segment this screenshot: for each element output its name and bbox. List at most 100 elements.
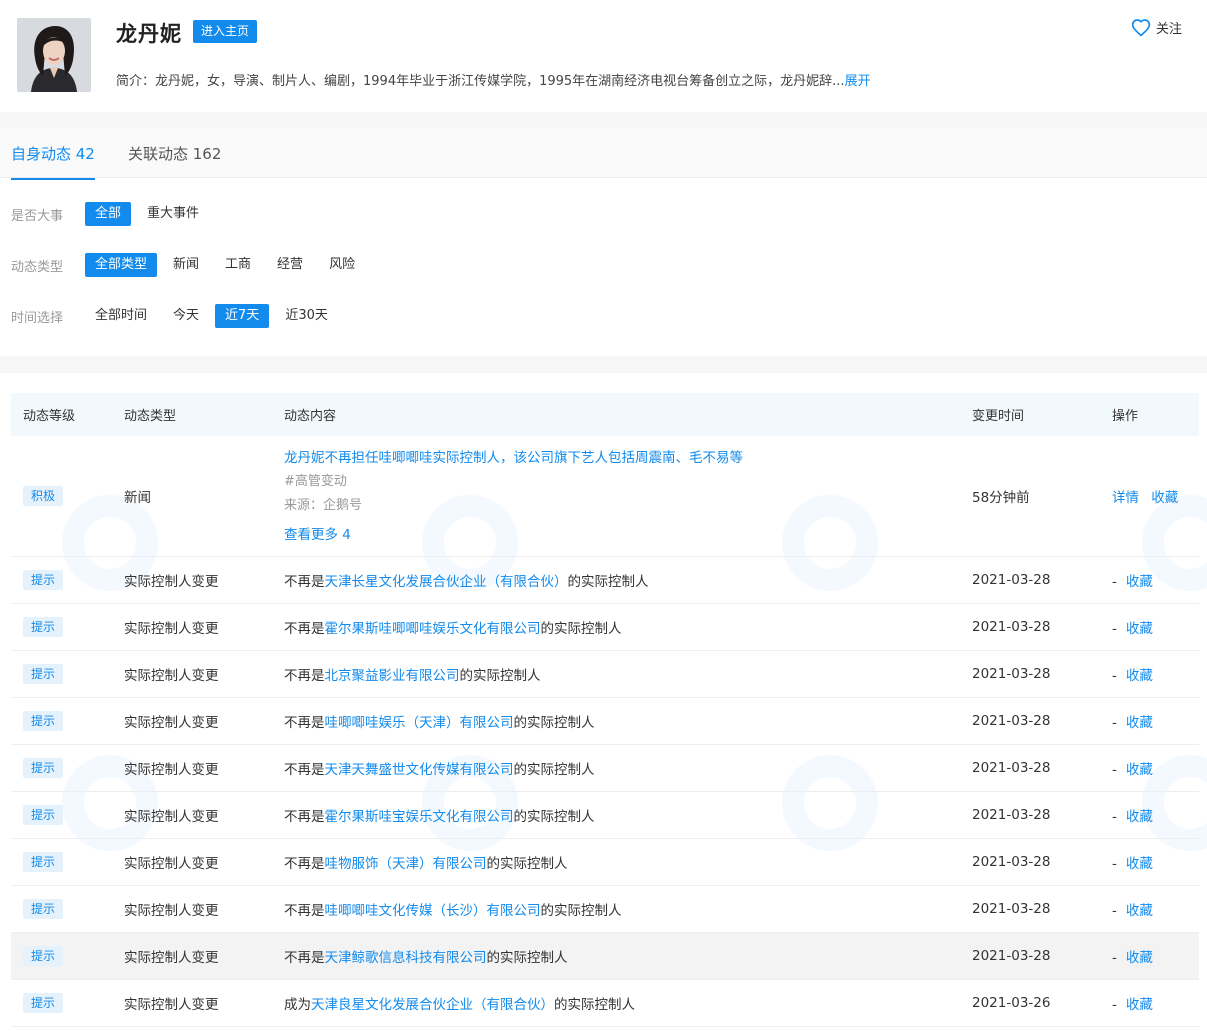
intro-text: 简介：龙丹妮，女，导演、制片人、编剧，1994年毕业于浙江传媒学院，1995年在… bbox=[116, 74, 845, 89]
collect-link[interactable]: 收藏 bbox=[1126, 809, 1153, 825]
company-link[interactable]: 天津鲸歌信息科技有限公司 bbox=[325, 950, 487, 966]
filter-major: 是否大事 全部 重大事件 bbox=[11, 201, 215, 227]
content-prefix: 不再是 bbox=[284, 762, 325, 778]
row-type: 实际控制人变更 bbox=[124, 668, 219, 684]
row-ops: - 收藏 bbox=[1112, 664, 1153, 684]
detail-link[interactable]: 详情 bbox=[1112, 490, 1139, 506]
row-content: 不再是霍尔果斯哇唧唧哇娱乐文化有限公司的实际控制人 bbox=[284, 617, 622, 637]
news-tag: #高管变动 bbox=[284, 474, 347, 489]
enter-homepage-button[interactable]: 进入主页 bbox=[193, 20, 258, 43]
company-link[interactable]: 天津长星文化发展合伙企业（有限合伙） bbox=[325, 574, 568, 590]
content-prefix: 不再是 bbox=[284, 668, 325, 684]
level-badge: 提示 bbox=[23, 899, 64, 919]
table-row: 提示 实际控制人变更 不再是天津天舞盛世文化传媒有限公司的实际控制人 2021-03-… bbox=[11, 745, 1199, 792]
news-title-link[interactable]: 龙丹妮不再担任哇唧唧哇实际控制人，该公司旗下艺人包括周震南、毛不易等 bbox=[284, 446, 743, 470]
content-suffix: 的实际控制人 bbox=[567, 574, 649, 590]
news-source: 来源：企鹅号 bbox=[284, 498, 363, 513]
row-ops: - 收藏 bbox=[1112, 570, 1153, 590]
content-suffix: 的实际控制人 bbox=[540, 621, 622, 637]
filter-time-label: 时间选择 bbox=[11, 310, 64, 326]
table-row: 提示 实际控制人变更 不再是天津长星文化发展合伙企业（有限合伙）的实际控制人 2021… bbox=[11, 557, 1199, 604]
company-link[interactable]: 哇物服饰（天津）有限公司 bbox=[325, 856, 487, 872]
collect-link[interactable]: 收藏 bbox=[1126, 715, 1153, 731]
company-link[interactable]: 哇唧唧哇文化传媒（长沙）有限公司 bbox=[325, 903, 541, 919]
follow-label: 关注 bbox=[1155, 22, 1182, 37]
row-time: 2021-03-28 bbox=[972, 948, 1051, 964]
company-link[interactable]: 霍尔果斯哇唧唧哇娱乐文化有限公司 bbox=[325, 621, 541, 637]
follow-button[interactable]: 关注 bbox=[1131, 18, 1182, 37]
intro-expand-link[interactable]: 展开 bbox=[845, 74, 871, 89]
filter-type-operation[interactable]: 经营 bbox=[267, 253, 313, 277]
company-link[interactable]: 天津良星文化发展合伙企业（有限合伙） bbox=[311, 997, 554, 1013]
filter-type-all[interactable]: 全部类型 bbox=[85, 253, 158, 277]
collect-link[interactable]: 收藏 bbox=[1126, 903, 1153, 919]
row-type: 实际控制人变更 bbox=[124, 762, 219, 778]
content-prefix: 不再是 bbox=[284, 715, 325, 731]
row-content: 不再是哇唧唧哇娱乐（天津）有限公司的实际控制人 bbox=[284, 711, 595, 731]
company-link[interactable]: 霍尔果斯哇宝娱乐文化有限公司 bbox=[325, 809, 514, 825]
content-suffix: 的实际控制人 bbox=[486, 856, 568, 872]
row-time: 2021-03-28 bbox=[972, 807, 1051, 823]
row-ops: - 收藏 bbox=[1112, 617, 1153, 637]
filter-type-news[interactable]: 新闻 bbox=[163, 253, 209, 277]
collect-link[interactable]: 收藏 bbox=[1126, 997, 1153, 1013]
tab-self-news[interactable]: 自身动态 42 bbox=[11, 143, 95, 180]
row-type: 实际控制人变更 bbox=[124, 903, 219, 919]
table-row: 提示 实际控制人变更 不再是哇物服饰（天津）有限公司的实际控制人 2021-03-28… bbox=[11, 839, 1199, 886]
table-header: 动态等级 动态类型 动态内容 变更时间 操作 bbox=[11, 393, 1199, 436]
filter-time-30days[interactable]: 近30天 bbox=[275, 304, 338, 328]
table-row: 积极 新闻 龙丹妮不再担任哇唧唧哇实际控制人，该公司旗下艺人包括周震南、毛不易等… bbox=[11, 436, 1199, 557]
content-suffix: 的实际控制人 bbox=[513, 762, 595, 778]
filter-major-all[interactable]: 全部 bbox=[85, 202, 132, 226]
company-link[interactable]: 北京聚益影业有限公司 bbox=[325, 668, 460, 684]
row-ops: - 收藏 bbox=[1112, 946, 1153, 966]
collect-link[interactable]: 收藏 bbox=[1126, 574, 1153, 590]
row-time: 2021-03-28 bbox=[972, 760, 1051, 776]
row-ops: - 收藏 bbox=[1112, 711, 1153, 731]
filter-type-business[interactable]: 工商 bbox=[215, 253, 261, 277]
filter-panel: 自身动态 42 关联动态 162 是否大事 全部 重大事件 动态类型 全部类型 … bbox=[0, 128, 1207, 356]
content-prefix: 不再是 bbox=[284, 903, 325, 919]
table-row: 提示 实际控制人变更 不再是北京聚益影业有限公司的实际控制人 2021-03-28 - 收… bbox=[11, 651, 1199, 698]
collect-link[interactable]: 收藏 bbox=[1126, 762, 1153, 778]
row-type: 实际控制人变更 bbox=[124, 856, 219, 872]
level-badge: 提示 bbox=[23, 946, 64, 966]
row-content: 不再是天津天舞盛世文化传媒有限公司的实际控制人 bbox=[284, 758, 595, 778]
row-type: 实际控制人变更 bbox=[124, 574, 219, 590]
filter-time-today[interactable]: 今天 bbox=[163, 304, 209, 328]
collect-link[interactable]: 收藏 bbox=[1126, 856, 1153, 872]
content-suffix: 的实际控制人 bbox=[513, 809, 595, 825]
content-prefix: 不再是 bbox=[284, 950, 325, 966]
filter-type-risk[interactable]: 风险 bbox=[319, 253, 365, 277]
profile-header: 龙丹妮 进入主页 关注 简介：龙丹妮，女，导演、制片人、编剧，1994年毕业于浙… bbox=[0, 0, 1207, 112]
company-link[interactable]: 哇唧唧哇娱乐（天津）有限公司 bbox=[325, 715, 514, 731]
filter-major-events[interactable]: 重大事件 bbox=[137, 202, 209, 226]
filter-time-all[interactable]: 全部时间 bbox=[85, 304, 157, 328]
row-ops: - 收藏 bbox=[1112, 993, 1153, 1013]
row-type: 实际控制人变更 bbox=[124, 715, 219, 731]
ops-dash: - bbox=[1112, 809, 1117, 825]
news-content: 龙丹妮不再担任哇唧唧哇实际控制人，该公司旗下艺人包括周震南、毛不易等 #高管变动… bbox=[284, 446, 743, 552]
row-content: 不再是霍尔果斯哇宝娱乐文化有限公司的实际控制人 bbox=[284, 805, 595, 825]
avatar[interactable] bbox=[17, 18, 91, 92]
filter-type: 动态类型 全部类型 新闻 工商 经营 风险 bbox=[11, 252, 371, 278]
row-type: 实际控制人变更 bbox=[124, 621, 219, 637]
content-prefix: 不再是 bbox=[284, 574, 325, 590]
row-ops: - 收藏 bbox=[1112, 758, 1153, 778]
tab-related-news[interactable]: 关联动态 162 bbox=[128, 143, 221, 164]
col-type: 动态类型 bbox=[124, 409, 177, 424]
content-suffix: 的实际控制人 bbox=[459, 668, 541, 684]
row-ops: - 收藏 bbox=[1112, 805, 1153, 825]
ops-dash: - bbox=[1112, 621, 1117, 637]
collect-link[interactable]: 收藏 bbox=[1151, 490, 1178, 506]
table-row: 提示 实际控制人变更 不再是霍尔果斯哇唧唧哇娱乐文化有限公司的实际控制人 2021-0… bbox=[11, 604, 1199, 651]
collect-link[interactable]: 收藏 bbox=[1126, 950, 1153, 966]
row-time: 2021-03-28 bbox=[972, 572, 1051, 588]
heart-icon bbox=[1131, 19, 1151, 37]
row-content: 不再是哇唧唧哇文化传媒（长沙）有限公司的实际控制人 bbox=[284, 899, 622, 919]
collect-link[interactable]: 收藏 bbox=[1126, 668, 1153, 684]
company-link[interactable]: 天津天舞盛世文化传媒有限公司 bbox=[325, 762, 514, 778]
see-more-link[interactable]: 查看更多 4 bbox=[284, 518, 743, 552]
filter-time-7days[interactable]: 近7天 bbox=[215, 304, 270, 328]
collect-link[interactable]: 收藏 bbox=[1126, 621, 1153, 637]
